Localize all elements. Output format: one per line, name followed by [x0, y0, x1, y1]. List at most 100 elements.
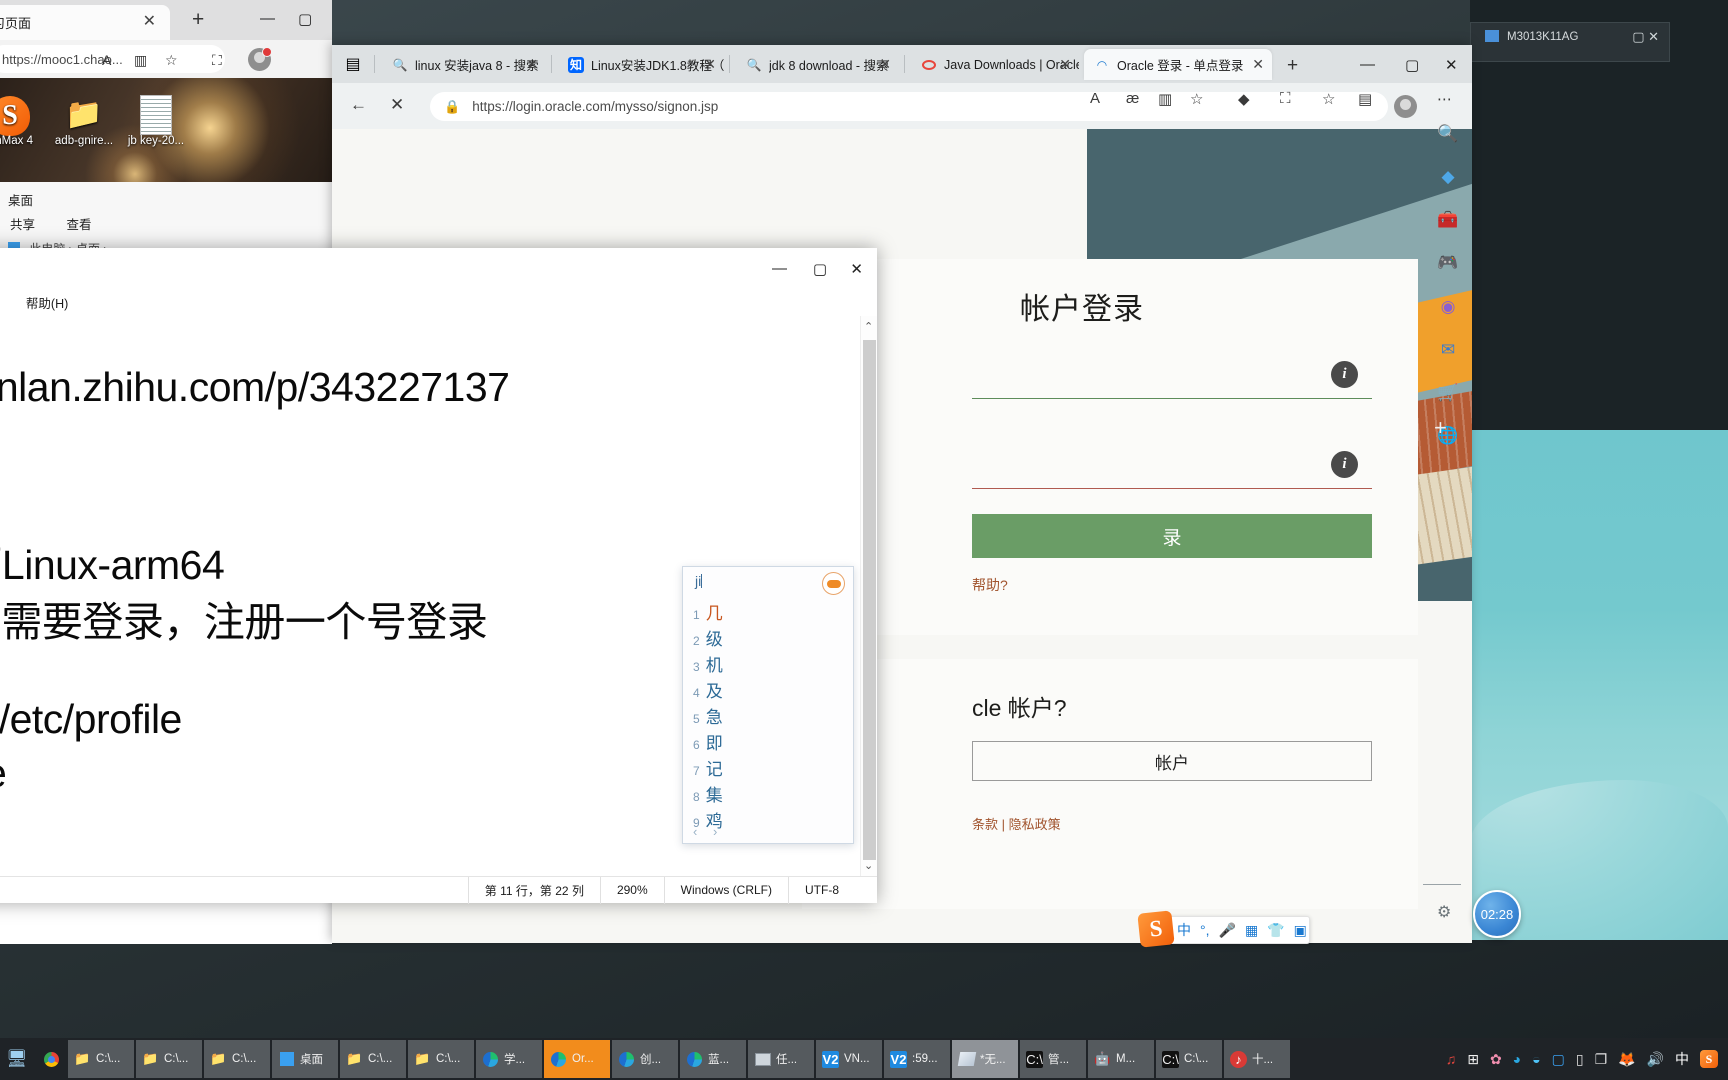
info-icon[interactable]: i	[1331, 451, 1358, 478]
ime-candidate-7[interactable]: 7记	[693, 755, 723, 780]
username-field[interactable]: i	[972, 355, 1372, 399]
ime-candidate-3[interactable]: 3机	[693, 651, 723, 676]
voice-input-icon[interactable]: 🎤	[1219, 922, 1236, 939]
prev-page-icon[interactable]: ‹	[693, 824, 697, 839]
outlook-icon[interactable]: ✉	[1433, 336, 1463, 364]
maximize-icon[interactable]: ▢	[813, 260, 827, 278]
footer-links[interactable]: 条款 | 隐私政策	[972, 814, 1061, 833]
new-tab-icon[interactable]: +	[192, 9, 204, 30]
split-screen-icon[interactable]: ▥	[1158, 90, 1172, 108]
taskbar-item-vnc-1[interactable]: V2 VN...	[816, 1040, 882, 1078]
sogou-logo-icon[interactable]: S	[1137, 910, 1175, 948]
close-icon[interactable]: ✕	[879, 56, 891, 73]
minimize-icon[interactable]: —	[772, 260, 787, 277]
tab-jdk8-download[interactable]: 🔍 jdk 8 download - 搜索 ✕	[736, 49, 899, 80]
shopping-icon[interactable]: ◆	[1433, 163, 1463, 191]
sogou-tray-icon[interactable]: S	[1700, 1050, 1718, 1068]
desktop-icon-jbkey[interactable]: jb key-20...	[120, 95, 192, 147]
taskbar-item-folder-1[interactable]: 📁 C:\...	[68, 1040, 134, 1078]
search-icon[interactable]: 🔍	[1433, 120, 1463, 148]
flower-app-icon[interactable]: ✿	[1490, 1051, 1502, 1068]
collections-icon[interactable]: ⛶	[1280, 90, 1291, 107]
scroll-up-icon[interactable]: ⌃	[864, 320, 873, 333]
read-aloud-icon[interactable]: A	[1090, 90, 1100, 107]
desktop-icon-adb[interactable]: 📁 adb-gnire...	[48, 95, 120, 147]
create-account-button[interactable]: 帐户	[972, 741, 1372, 781]
minimize-icon[interactable]: —	[260, 10, 275, 27]
tab-oracle-signon[interactable]: ◠ Oracle 登录 - 单点登录 ✕	[1084, 49, 1272, 80]
copy-icon[interactable]: ❐	[1595, 1051, 1608, 1068]
favorites-bar-icon[interactable]: ☆	[1322, 90, 1335, 108]
ime-candidate-5[interactable]: 5急	[693, 703, 723, 728]
games-icon[interactable]: 🎮	[1433, 249, 1463, 277]
taskbar-item-terminal-admin[interactable]: C:\ 管...	[1020, 1040, 1086, 1078]
minimize-icon[interactable]: —	[1360, 56, 1375, 73]
tab-zhihu-jdk[interactable]: 知 Linux安装JDK1.8教程（20 ✕	[558, 49, 724, 80]
tab-list-icon[interactable]: ▤	[342, 53, 364, 75]
taskbar-item-android[interactable]: 🤖 M...	[1088, 1040, 1154, 1078]
collections2-icon[interactable]: ▤	[1358, 90, 1372, 108]
edge-tray-icon[interactable]: ◕	[1513, 1051, 1521, 1067]
ime-candidate-1[interactable]: 1几	[693, 599, 723, 624]
notepad-scrollbar[interactable]: ⌃ ⌄	[860, 316, 877, 876]
translate-icon[interactable]: æ	[1126, 90, 1139, 107]
office-icon[interactable]: ◉	[1433, 293, 1463, 321]
ime-mode-icon[interactable]: 中	[1675, 1049, 1689, 1069]
taskbar-item-netease[interactable]: ♪ 十...	[1224, 1040, 1290, 1078]
usb-icon[interactable]: ▯	[1576, 1051, 1584, 1068]
blue-square-icon[interactable]: ▢	[1552, 1051, 1565, 1068]
taskbar-item-task-manager[interactable]: 任...	[748, 1040, 814, 1078]
scroll-down-icon[interactable]: ⌄	[864, 859, 873, 872]
toolbox-icon[interactable]: ▣	[1294, 922, 1307, 939]
language-mode-icon[interactable]: 中	[1177, 920, 1191, 940]
info-icon[interactable]: i	[1331, 361, 1358, 388]
close-icon[interactable]: ✕	[1252, 56, 1264, 73]
maximize-icon[interactable]: ▢	[1405, 56, 1419, 74]
ime-candidate-2[interactable]: 2级	[693, 625, 723, 650]
next-page-icon[interactable]: ›	[713, 824, 717, 839]
profile-icon[interactable]	[1394, 95, 1417, 118]
taskbar-item-notepad[interactable]: *无...	[952, 1040, 1018, 1078]
favorite-icon[interactable]: ☆	[1190, 90, 1203, 108]
show-desktop-icon[interactable]: 🖥	[0, 1049, 34, 1069]
taskbar-item-folder-3[interactable]: 📁 C:\...	[204, 1040, 270, 1078]
profile-avatar[interactable]	[248, 47, 272, 71]
signin-button[interactable]: 录	[972, 514, 1372, 558]
taskbar-item-vnc-2[interactable]: V2:59...	[884, 1040, 950, 1078]
desktop-icon-sogou[interactable]: S ishMax 4	[0, 95, 46, 147]
clock-widget[interactable]: 02:28	[1473, 890, 1521, 938]
chrome-icon[interactable]	[34, 1051, 68, 1067]
volume-icon[interactable]: 🔊	[1647, 1051, 1664, 1068]
dropshipping-icon[interactable]: 🛒	[1433, 379, 1463, 407]
gear-icon[interactable]: ⚙	[1437, 902, 1451, 922]
close-icon[interactable]: ✕	[526, 56, 538, 73]
ime-candidate-6[interactable]: 6即	[693, 729, 723, 754]
fox-icon[interactable]: 🦊	[1618, 1051, 1635, 1068]
taskbar-item-folder-5[interactable]: 📁 C:\...	[408, 1040, 474, 1078]
maximize-icon[interactable]: ▢	[298, 10, 312, 28]
tab-java-downloads-oracle[interactable]: Java Downloads | Oracle ✕	[911, 49, 1079, 80]
zoom-level[interactable]: 290%	[599, 876, 664, 904]
left-browser-tab[interactable]: 生学习页面 ✕	[0, 5, 170, 40]
explorer-tab-view[interactable]: 查看	[67, 218, 92, 232]
close-icon[interactable]: ✕	[850, 260, 863, 278]
taskbar-item-edge-study[interactable]: 学...	[476, 1040, 542, 1078]
help-link[interactable]: 帮助?	[972, 575, 1008, 595]
extensions-icon[interactable]: ⛶	[212, 52, 222, 69]
netease-music-tray-icon[interactable]: ♫	[1446, 1051, 1457, 1067]
close-icon[interactable]: ✕	[1059, 56, 1071, 73]
soft-keyboard-icon[interactable]: ▦	[1245, 922, 1258, 939]
tab-linux-java8[interactable]: 🔍 linux 安装java 8 - 搜索 ✕	[382, 49, 546, 80]
close-icon[interactable]: ✕	[704, 56, 716, 73]
windows-tray-icon[interactable]: ⊞	[1467, 1051, 1479, 1068]
taskbar-item-desktop[interactable]: 桌面	[272, 1040, 338, 1078]
taskbar-item-edge-blue[interactable]: 蓝...	[680, 1040, 746, 1078]
scrollbar-thumb[interactable]	[863, 340, 876, 860]
split-screen-icon[interactable]: ▥	[134, 52, 147, 69]
password-field[interactable]: i	[972, 445, 1372, 489]
settings-more-icon[interactable]: ⋯	[1437, 90, 1452, 108]
taskbar-item-folder-2[interactable]: 📁 C:\...	[136, 1040, 202, 1078]
close-icon[interactable]: ✕	[143, 14, 156, 30]
close-icon[interactable]: ✕	[1445, 56, 1458, 74]
add-sidebar-app-icon[interactable]: +	[1434, 415, 1447, 441]
